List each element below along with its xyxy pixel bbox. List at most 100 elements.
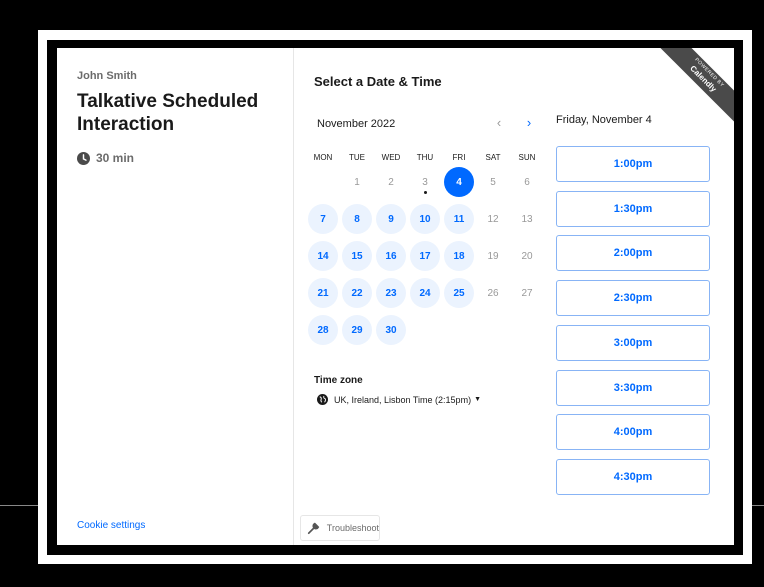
calendar-day-number: 26	[487, 287, 499, 299]
event-details-pane: John Smith Talkative Scheduled Interacti…	[57, 48, 294, 545]
calendar-day: 5	[478, 167, 508, 197]
calendar-day-number: 4	[456, 176, 462, 188]
calendar-day: 19	[478, 241, 508, 271]
calendar-day-number: 6	[524, 176, 530, 188]
globe-icon	[317, 394, 328, 405]
troubleshoot-label: Troubleshoot	[326, 523, 379, 533]
calendar-day-number: 18	[453, 250, 465, 262]
wrench-icon	[307, 522, 320, 535]
calendar-day-number: 21	[317, 287, 329, 299]
calendar-day-number: 9	[388, 213, 394, 225]
calendar-day-number: 16	[385, 250, 397, 262]
calendar-day[interactable]: 4	[444, 167, 474, 197]
calendar-day-number: 28	[317, 324, 329, 336]
calendar-day-number: 7	[320, 213, 326, 225]
calendar-day-number: 17	[419, 250, 431, 262]
weekday-label: SAT	[485, 153, 501, 162]
calendar-day-number: 12	[487, 213, 499, 225]
clock-icon	[77, 151, 90, 165]
troubleshoot-button[interactable]: Troubleshoot	[300, 515, 380, 541]
month-label: November 2022	[317, 118, 396, 130]
booking-pane: Select a Date & Time November 2022 ‹ › M…	[294, 48, 734, 545]
calendar-day: 1	[342, 167, 372, 197]
calendar-day-number: 13	[521, 213, 533, 225]
time-slot-button[interactable]: 2:30pm	[556, 280, 710, 317]
divider-line	[0, 505, 38, 506]
calendar-day[interactable]: 29	[342, 315, 372, 345]
calendar-day[interactable]: 7	[308, 204, 338, 234]
calendar-day[interactable]: 30	[376, 315, 406, 345]
today-indicator	[423, 191, 427, 194]
calendar-day: 26	[478, 278, 508, 308]
time-slot-button[interactable]: 1:30pm	[556, 190, 710, 227]
calendar-day-number: 5	[490, 176, 496, 188]
caret-down-icon: ▼	[474, 396, 481, 403]
calendar-day[interactable]: 23	[376, 278, 406, 308]
calendar-day-number: 20	[521, 250, 533, 262]
calendar-day: 12	[478, 204, 508, 234]
calendar-day[interactable]: 11	[444, 204, 474, 234]
calendar-day-number: 14	[317, 250, 329, 262]
weekday-label: FRI	[452, 153, 466, 162]
weekday-label: SUN	[518, 153, 536, 162]
calendar-day[interactable]: 25	[444, 278, 474, 308]
time-slot-button[interactable]: 3:30pm	[556, 369, 710, 406]
calendar-day[interactable]: 18	[444, 241, 474, 271]
calendar-day-number: 10	[419, 213, 431, 225]
event-duration: 30 min	[77, 151, 134, 165]
calendar-day[interactable]: 15	[342, 241, 372, 271]
weekday-header: MON TUE WED THU FRI SAT SUN	[306, 153, 544, 162]
calendar-day-number: 30	[385, 324, 397, 336]
timezone-select[interactable]: UK, Ireland, Lisbon Time (2:15pm) ▼	[317, 394, 481, 405]
time-slot-button[interactable]: 4:30pm	[556, 458, 710, 495]
weekday-label: MON	[313, 153, 333, 162]
calendar-day-number: 24	[419, 287, 431, 299]
previous-month-button[interactable]: ‹	[490, 114, 508, 132]
calendar-day[interactable]: 9	[376, 204, 406, 234]
calendar-day-number: 27	[521, 287, 533, 299]
calendar-day[interactable]: 16	[376, 241, 406, 271]
calendar-day[interactable]: 8	[342, 204, 372, 234]
time-slot-button[interactable]: 2:00pm	[556, 235, 710, 272]
calendar-day-number: 25	[453, 287, 465, 299]
calendar-day: 3	[410, 167, 440, 197]
weekday-label: THU	[416, 153, 434, 162]
timezone-value: UK, Ireland, Lisbon Time (2:15pm)	[334, 394, 472, 405]
calendar-day-number: 29	[351, 324, 363, 336]
time-slot-button[interactable]: 4:00pm	[556, 414, 710, 451]
calendar-day-number: 1	[354, 176, 360, 188]
calendar-day[interactable]: 21	[308, 278, 338, 308]
calendar-day-number: 3	[422, 176, 428, 188]
divider-line	[752, 505, 764, 506]
calendar-day: 20	[512, 241, 542, 271]
calendar-day-number: 8	[354, 213, 360, 225]
calendar-day-number: 15	[351, 250, 363, 262]
calendar-day[interactable]: 14	[308, 241, 338, 271]
calendar-day[interactable]: 24	[410, 278, 440, 308]
event-title: Talkative Scheduled Interaction	[77, 91, 259, 135]
time-slot-button[interactable]: 1:00pm	[556, 146, 710, 182]
calendar-day-number: 23	[385, 287, 397, 299]
scheduling-card: John Smith Talkative Scheduled Interacti…	[57, 48, 734, 545]
selected-date-heading: Friday, November 4	[556, 114, 652, 126]
host-name: John Smith	[77, 70, 137, 82]
timezone-label: Time zone	[314, 375, 363, 386]
duration-label: 30 min	[96, 151, 135, 165]
time-slot-button[interactable]: 3:00pm	[556, 324, 710, 361]
cookie-settings-link[interactable]: Cookie settings	[77, 520, 145, 531]
calendar-day: 6	[512, 167, 542, 197]
calendar-day[interactable]: 10	[410, 204, 440, 234]
calendar-day[interactable]: 28	[308, 315, 338, 345]
calendar-day-number: 11	[453, 213, 465, 225]
section-title: Select a Date & Time	[314, 74, 442, 89]
calendar-day-number: 19	[487, 250, 499, 262]
calendar-day-number: 22	[351, 287, 363, 299]
calendar-day: 2	[376, 167, 406, 197]
next-month-button[interactable]: ›	[520, 114, 538, 132]
calendar-day: 27	[512, 278, 542, 308]
calendar-day[interactable]: 22	[342, 278, 372, 308]
calendar-day-number: 2	[388, 176, 394, 188]
weekday-label: WED	[381, 153, 401, 162]
calendar-day[interactable]: 17	[410, 241, 440, 271]
weekday-label: TUE	[349, 153, 365, 162]
